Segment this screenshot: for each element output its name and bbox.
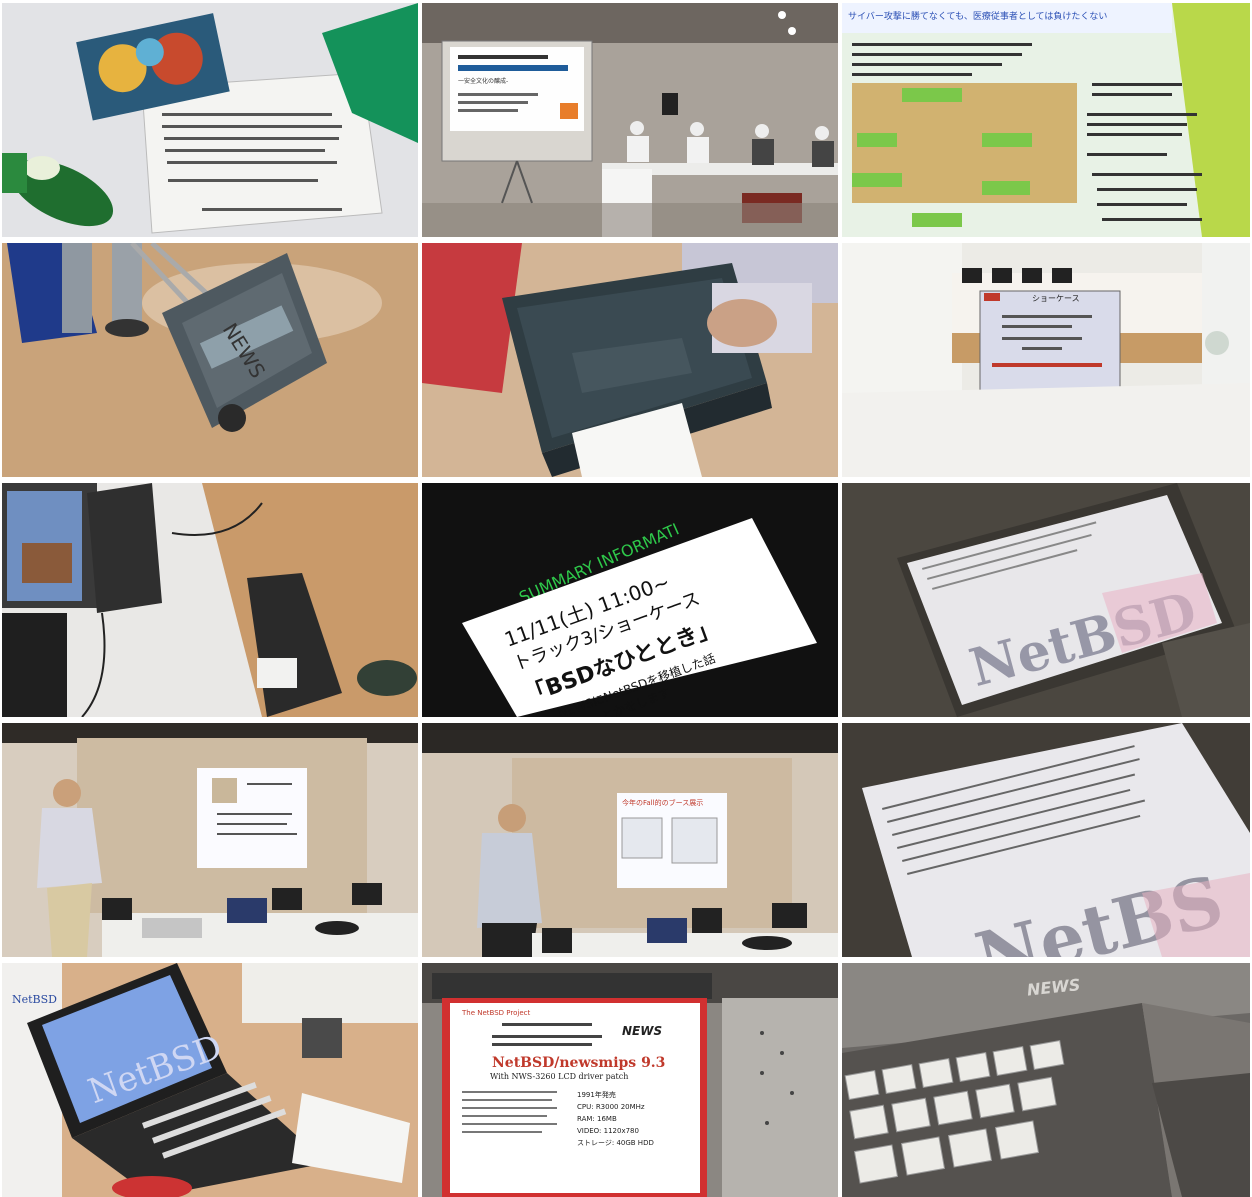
sign-title: ショーケース xyxy=(1032,294,1080,303)
presenter1-scene xyxy=(2,723,418,957)
photo-display-sign[interactable]: The NetBSD Project NEWS NetBSD/newsmips … xyxy=(422,963,838,1197)
venue-sign-scene: ショーケース xyxy=(842,243,1250,477)
console-scene: NetBS xyxy=(842,723,1250,957)
photo-panel-session[interactable]: 一安全文化の醸成- xyxy=(422,3,838,237)
photo-presenter-1[interactable] xyxy=(2,723,418,957)
sign-org: The NetBSD Project xyxy=(461,1009,530,1017)
photo-laptop-carried[interactable] xyxy=(422,243,838,477)
lcd-logo-scene: NetBSD xyxy=(842,483,1250,717)
photo-slide[interactable]: サイバー攻撃に勝てなくても、医療従事者としては負けたくない xyxy=(842,3,1250,237)
photo-presenter-2[interactable]: 今年のFall的のブース展示 xyxy=(422,723,838,957)
keyboard-scene: NEWS xyxy=(842,963,1250,1197)
sign-brand: NEWS xyxy=(622,1024,662,1038)
sign-cpu: CPU: R3000 20MHz xyxy=(577,1103,645,1111)
netbsd-laptop-scene: NetBSD NetBSD xyxy=(2,963,418,1197)
card-scene: SUMMARY INFORMATI 11/11(土) 11:00~ トラック3/… xyxy=(422,483,838,717)
sign-video: VIDEO: 1120x780 xyxy=(577,1127,639,1135)
slide-title: 一安全文化の醸成- xyxy=(458,77,508,85)
laptop-floor-scene xyxy=(2,483,418,717)
slide-title: 今年のFall的のブース展示 xyxy=(622,798,703,807)
laptop-carry-scene xyxy=(422,243,838,477)
sign-storage: ストレージ: 40GB HDD xyxy=(577,1139,654,1147)
display-sign-scene: The NetBSD Project NEWS NetBSD/newsmips … xyxy=(422,963,838,1197)
sign-subtitle: With NWS-3260 LCD driver patch xyxy=(490,1072,628,1081)
photo-netbsd-laptop[interactable]: NetBSD NetBSD xyxy=(2,963,418,1197)
photo-lcd-console[interactable]: NetBS xyxy=(842,723,1250,957)
photo-rolling-case[interactable]: NEWS xyxy=(2,243,418,477)
photo-laptop-on-floor[interactable] xyxy=(2,483,418,717)
photo-keyboard-closeup[interactable]: NEWS xyxy=(842,963,1250,1197)
sign-title: NetBSD/newsmips 9.3 xyxy=(492,1055,665,1071)
photo-venue-sign[interactable]: ショーケース xyxy=(842,243,1250,477)
side-label: NetBSD xyxy=(12,993,57,1006)
presenter2-scene: 今年のFall的のブース展示 xyxy=(422,723,838,957)
slide-heading: サイバー攻撃に勝てなくても、医療従事者としては負けたくない xyxy=(848,10,1107,22)
photo-handwritten-card[interactable]: SUMMARY INFORMATI 11/11(土) 11:00~ トラック3/… xyxy=(422,483,838,717)
panel-scene: 一安全文化の醸成- xyxy=(422,3,838,237)
sign-year: 1991年発売 xyxy=(577,1090,616,1099)
photo-flyer-and-sake[interactable] xyxy=(2,3,418,237)
sign-ram: RAM: 16MB xyxy=(577,1115,617,1123)
flyer-scene xyxy=(2,3,418,237)
photo-grid: 一安全文化の醸成- サイバー攻撃に勝てなくても、医療従事者としては負けたくない xyxy=(2,3,1250,1197)
slide-scene: サイバー攻撃に勝てなくても、医療従事者としては負けたくない xyxy=(842,3,1250,237)
case-scene: NEWS xyxy=(2,243,418,477)
photo-lcd-netbsd[interactable]: NetBSD xyxy=(842,483,1250,717)
